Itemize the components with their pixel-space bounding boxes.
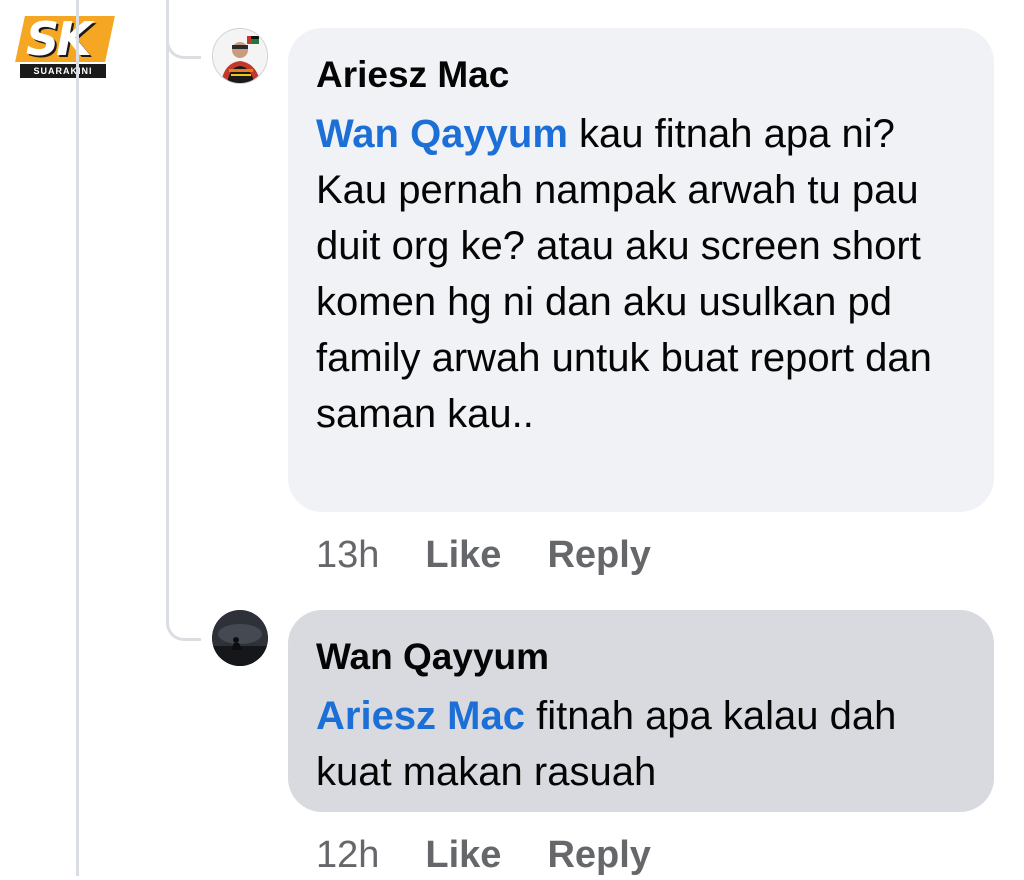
thread-line-outer [76, 0, 79, 876]
reply-button[interactable]: Reply [547, 830, 650, 880]
comment-bubble: Wan Qayyum Ariesz Mac fitnah apa kalau d… [288, 610, 994, 812]
logo-letters: SK [26, 12, 92, 66]
mention-link[interactable]: Wan Qayyum [316, 112, 568, 156]
mention-link[interactable]: Ariesz Mac [316, 694, 525, 738]
comment-author[interactable]: Wan Qayyum [316, 634, 966, 680]
comment-timestamp[interactable]: 13h [316, 530, 379, 580]
logo-wordmark: SUARAKINI [20, 64, 106, 78]
like-button[interactable]: Like [425, 530, 501, 580]
comment-actions: 13h Like Reply [316, 530, 651, 580]
comment-actions: 12h Like Reply [316, 830, 651, 880]
comment-text: Wan Qayyum kau fitnah apa ni? Kau pernah… [316, 106, 966, 442]
reply-connector [166, 596, 201, 641]
comment-timestamp[interactable]: 12h [316, 830, 379, 880]
comment-text: Ariesz Mac fitnah apa kalau dah kuat mak… [316, 688, 966, 800]
reply-button[interactable]: Reply [547, 530, 650, 580]
comment-message: kau fitnah apa ni? Kau pernah nampak arw… [316, 112, 932, 436]
suarakini-logo: SK SUARAKINI [15, 12, 115, 78]
profile-picture-icon [212, 610, 268, 666]
profile-picture-icon [213, 29, 267, 83]
reply-connector [166, 14, 201, 59]
avatar[interactable] [212, 28, 268, 84]
thread-line-inner [166, 0, 169, 620]
comment-bubble: Ariesz Mac Wan Qayyum kau fitnah apa ni?… [288, 28, 994, 512]
comment-author[interactable]: Ariesz Mac [316, 52, 966, 98]
like-button[interactable]: Like [425, 830, 501, 880]
avatar[interactable] [212, 610, 268, 666]
